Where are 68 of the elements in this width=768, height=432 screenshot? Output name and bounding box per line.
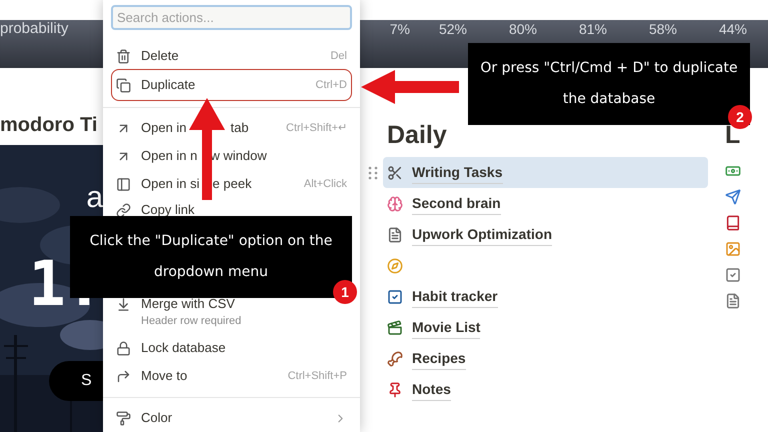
menu-item[interactable]: Duplicate Ctrl+D bbox=[111, 69, 352, 101]
menu-label: Open in si bbox=[141, 175, 200, 193]
page-link[interactable]: Writing Tasks bbox=[412, 162, 503, 184]
page-link[interactable]: Recipes bbox=[412, 348, 466, 370]
lock-icon bbox=[116, 341, 131, 356]
menu-item[interactable]: Delete Del bbox=[111, 42, 352, 70]
section-heading: Daily bbox=[387, 120, 448, 151]
checkbox-icon bbox=[725, 267, 741, 283]
drumstick-icon bbox=[387, 350, 403, 366]
menu-item[interactable]: Move to Ctrl+Shift+P bbox=[111, 362, 352, 390]
drag-handle-icon[interactable] bbox=[368, 166, 378, 180]
page-link[interactable]: Movie List bbox=[412, 316, 480, 338]
page-link[interactable]: Upwork Optimization bbox=[412, 224, 552, 246]
page-link[interactable]: Notes bbox=[412, 378, 451, 400]
search-field[interactable]: Search actions... bbox=[111, 5, 352, 30]
shortcut-text: Del bbox=[330, 48, 347, 64]
menu-label: tab bbox=[230, 119, 249, 137]
page-title: modoro Ti bbox=[0, 113, 98, 138]
percentage-value: 80% bbox=[508, 21, 538, 37]
menu-sublabel: Header row required bbox=[141, 314, 242, 329]
page-link[interactable]: Habit tracker bbox=[412, 286, 498, 308]
menu-item[interactable]: Copy link bbox=[111, 198, 352, 222]
stats-label: probability bbox=[0, 21, 70, 37]
menu-label: Move to bbox=[141, 367, 188, 385]
shortcut-text: Alt+Click bbox=[304, 176, 347, 192]
menu-label: Lock database bbox=[141, 339, 226, 357]
menu-item[interactable]: Open in si e peek Alt+Click bbox=[111, 170, 352, 198]
percentage-value: 7% bbox=[388, 21, 411, 37]
start-button[interactable]: S bbox=[49, 361, 103, 401]
menu-label: Duplicate bbox=[141, 76, 196, 94]
copy-icon bbox=[116, 78, 131, 93]
menu-label: Merge with CSV bbox=[141, 295, 235, 313]
clapperboard-icon bbox=[387, 320, 403, 336]
page-link-row[interactable]: Writing Tasks bbox=[383, 157, 708, 188]
trash-icon bbox=[116, 49, 131, 64]
checkbox-icon bbox=[387, 288, 403, 304]
link-icon bbox=[116, 203, 131, 218]
menu-item[interactable]: Color bbox=[111, 404, 352, 432]
percentage-value: 44% bbox=[718, 21, 748, 37]
menu-item[interactable]: Open in tab Ctrl+Shift+↵ bbox=[111, 114, 352, 142]
menu-label: e peek bbox=[212, 175, 252, 193]
greeting-text: a bbox=[86, 183, 103, 213]
menu-label: Open in n bbox=[141, 147, 198, 165]
menu-label: Open in bbox=[141, 119, 187, 137]
paint-roller-icon bbox=[116, 411, 131, 426]
page-link[interactable]: Second brain bbox=[412, 192, 501, 214]
redo-arrow-icon bbox=[116, 369, 131, 384]
book-icon bbox=[725, 215, 741, 231]
menu-label: Color bbox=[141, 409, 172, 427]
percentage-value: 52% bbox=[438, 21, 468, 37]
percentage-value: 58% bbox=[648, 21, 678, 37]
menu-label: Copy link bbox=[141, 201, 194, 219]
side-panel-icon bbox=[116, 177, 131, 192]
scissors-icon bbox=[387, 164, 403, 180]
brain-icon bbox=[387, 196, 403, 212]
shortcut-text: Ctrl+Shift+P bbox=[288, 368, 347, 384]
compass-icon bbox=[387, 258, 403, 274]
pin-icon bbox=[387, 382, 403, 398]
download-icon bbox=[116, 297, 131, 312]
image-icon bbox=[725, 241, 741, 257]
percentage-value: 81% bbox=[578, 21, 608, 37]
paper-plane-icon bbox=[725, 189, 741, 205]
document-icon bbox=[387, 226, 403, 242]
menu-item[interactable]: Lock database bbox=[111, 334, 352, 362]
document-icon bbox=[725, 293, 741, 309]
shortcut-text: Ctrl+Shift+↵ bbox=[286, 120, 347, 136]
shortcut-text: Ctrl+D bbox=[316, 78, 347, 93]
menu-label: Delete bbox=[141, 47, 179, 65]
